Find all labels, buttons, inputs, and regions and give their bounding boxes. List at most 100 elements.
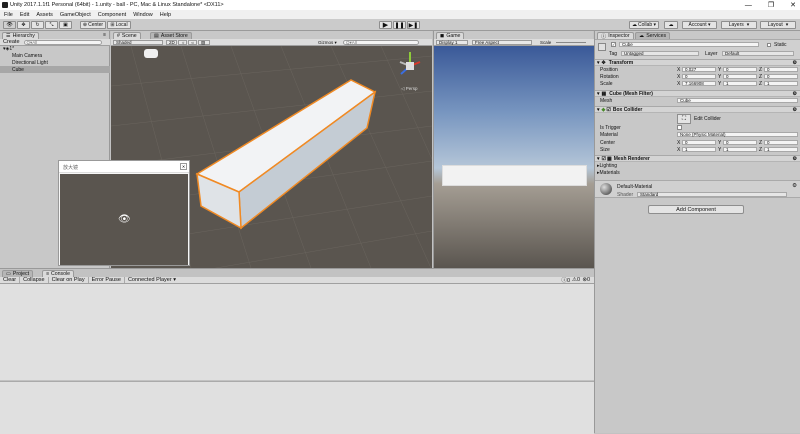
game-viewport[interactable]	[434, 46, 594, 268]
hand-tool-button[interactable]: 👁	[3, 21, 16, 29]
persp-label[interactable]: ◁ Persp	[401, 86, 417, 92]
box-collider-header[interactable]: ▾ ◆ ☑ Box Collider ⚙	[595, 106, 800, 113]
space-local-button[interactable]: ⊞ Local	[107, 21, 131, 29]
menu-help[interactable]: Help	[160, 12, 171, 18]
position-x-input[interactable]: 0.027	[682, 67, 716, 72]
component-settings-icon[interactable]: ⚙	[793, 91, 797, 97]
size-z-input[interactable]: 1	[764, 147, 798, 152]
tab-hierarchy[interactable]: ☰ Hierarchy	[2, 32, 39, 39]
account-button[interactable]: Account ▾	[682, 21, 717, 29]
collab-button[interactable]: ☁ Collab ▾	[629, 21, 659, 29]
warning-count[interactable]: ⚠0	[572, 277, 580, 283]
rect-tool-button[interactable]: ▣	[59, 21, 72, 29]
mesh-renderer-header[interactable]: ▾ ☑ ▦ Mesh Renderer ⚙	[595, 155, 800, 162]
rotation-x-input[interactable]: 0	[682, 74, 716, 79]
lighting-foldout[interactable]: ▸Lighting	[597, 163, 617, 169]
hierarchy-item-cube-row[interactable]: Cube	[0, 66, 110, 73]
panel-menu-icon[interactable]: ≡	[103, 32, 106, 38]
tab-services[interactable]: ☁ Services	[635, 32, 671, 39]
lighting-toggle[interactable]: ☼	[178, 40, 187, 45]
materials-foldout[interactable]: ▸Materials	[597, 170, 620, 176]
scale-x-input[interactable]: 7.166908	[682, 81, 716, 86]
mesh-renderer-enabled-checkbox[interactable]: ☑	[602, 156, 606, 162]
scale-z-input[interactable]: 1	[764, 81, 798, 86]
gizmos-dropdown[interactable]: Gizmos ▾	[316, 40, 340, 45]
cloud-button[interactable]: ☁	[664, 21, 678, 29]
component-settings-icon[interactable]: ⚙	[793, 60, 797, 66]
static-checkbox[interactable]	[767, 43, 771, 47]
scale-y-input[interactable]: 1	[723, 81, 757, 86]
component-settings-icon[interactable]: ⚙	[793, 156, 797, 162]
menu-gameobject[interactable]: GameObject	[60, 12, 91, 18]
console-log-list[interactable]	[0, 284, 594, 380]
scene-search-input[interactable]: Q▾All	[343, 40, 419, 45]
info-count[interactable]: ⓘ0	[561, 276, 570, 284]
tab-console[interactable]: ≡ Console	[42, 270, 75, 277]
pause-button[interactable]: ❚❚	[393, 21, 406, 29]
menu-edit[interactable]: Edit	[20, 12, 29, 18]
rotation-z-input[interactable]: 0	[764, 74, 798, 79]
edit-collider-button[interactable]: ⛶	[677, 114, 691, 124]
display-dropdown[interactable]: Display 1	[436, 40, 468, 45]
menu-file[interactable]: File	[4, 12, 13, 18]
collapse-button[interactable]: Collapse	[23, 277, 49, 283]
menu-window[interactable]: Window	[133, 12, 153, 18]
component-settings-icon[interactable]: ⚙	[792, 183, 797, 189]
audio-toggle[interactable]: ◃	[188, 40, 197, 45]
clear-on-play-button[interactable]: Clear on Play	[52, 277, 89, 283]
center-x-input[interactable]: 0	[682, 140, 716, 145]
pivot-center-button[interactable]: ⊕ Center	[80, 21, 106, 29]
material-header[interactable]: Default-Material Shader Standard ⚙	[595, 180, 800, 198]
layers-dropdown[interactable]: Layers ▾	[721, 21, 757, 29]
aspect-dropdown[interactable]: Free Aspect	[472, 40, 532, 45]
shading-mode-dropdown[interactable]: Shaded	[113, 40, 163, 45]
connected-player-dropdown[interactable]: Connected Player ▾	[128, 277, 179, 283]
effects-dropdown[interactable]: ▨	[198, 40, 210, 45]
maximize-button[interactable]: ❐	[768, 1, 774, 9]
camera-icon[interactable]	[144, 49, 158, 58]
mesh-object-field[interactable]: Cube	[677, 98, 798, 103]
step-button[interactable]: ▶❚	[407, 21, 420, 29]
tag-dropdown[interactable]: Untagged	[621, 51, 699, 56]
magnifier-close-icon[interactable]: ✕	[180, 163, 187, 170]
mesh-filter-header[interactable]: ▾ ▦ Cube (Mesh Filter) ⚙	[595, 90, 800, 97]
component-settings-icon[interactable]: ⚙	[793, 107, 797, 113]
scale-tool-button[interactable]: ⤡	[45, 21, 58, 29]
menu-component[interactable]: Component	[98, 12, 126, 18]
center-y-input[interactable]: 0	[723, 140, 757, 145]
rotate-tool-button[interactable]: ↻	[31, 21, 44, 29]
tab-game[interactable]: ◼ Game	[436, 32, 465, 39]
mode-2d-toggle[interactable]: 2D	[166, 40, 177, 45]
hierarchy-search-input[interactable]: Q▾All	[23, 39, 102, 45]
scale-slider[interactable]	[556, 42, 586, 43]
menu-assets[interactable]: Assets	[36, 12, 53, 18]
size-x-input[interactable]: 1	[682, 147, 716, 152]
layer-dropdown[interactable]: Default	[722, 51, 794, 56]
size-y-input[interactable]: 1	[723, 147, 757, 152]
transform-header[interactable]: ▾ ✥ Transform ⚙	[595, 59, 800, 66]
active-checkbox[interactable]: ✓	[611, 42, 616, 47]
rotation-y-input[interactable]: 0	[723, 74, 757, 79]
layout-dropdown[interactable]: Layout ▾	[760, 21, 796, 29]
position-z-input[interactable]: 0	[764, 67, 798, 72]
add-component-button[interactable]: Add Component	[648, 205, 744, 214]
error-count[interactable]: ⊗0	[582, 277, 590, 283]
shader-dropdown[interactable]: Standard	[637, 192, 787, 197]
object-name-input[interactable]: Cube	[619, 42, 759, 47]
hierarchy-item-main-camera[interactable]: Main Camera	[12, 53, 42, 59]
scene-root-item[interactable]: ▾◈1*	[3, 46, 14, 52]
position-y-input[interactable]: 0	[723, 67, 757, 72]
tab-project[interactable]: ▭ Project	[2, 270, 34, 277]
close-button[interactable]: ✕	[790, 1, 796, 9]
clear-button[interactable]: Clear	[3, 277, 21, 283]
physic-material-field[interactable]: None (Physic Material)	[677, 132, 798, 137]
center-z-input[interactable]: 0	[764, 140, 798, 145]
tab-inspector[interactable]: ⓘ Inspector	[597, 32, 634, 40]
move-tool-button[interactable]: ✥	[17, 21, 30, 29]
create-dropdown[interactable]: Create	[3, 39, 20, 45]
tab-scene[interactable]: # Scene	[113, 32, 141, 39]
play-button[interactable]: ▶	[379, 21, 392, 29]
minimize-button[interactable]: —	[745, 2, 752, 9]
orientation-gizmo[interactable]	[396, 50, 424, 80]
error-pause-button[interactable]: Error Pause	[92, 277, 125, 283]
